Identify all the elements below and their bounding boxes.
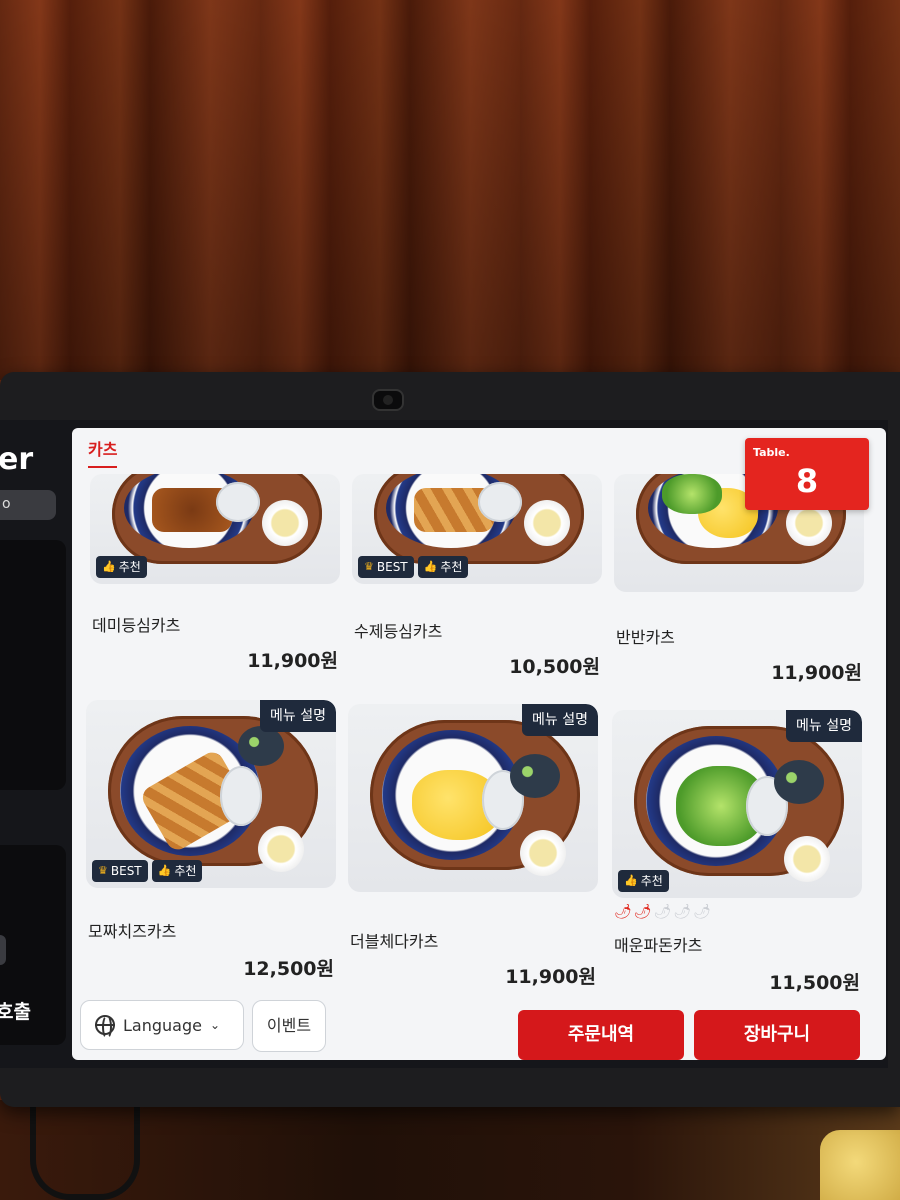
thumbs-up-icon: 👍 [157,864,172,877]
language-label: Language [123,1015,202,1035]
best-badge: ♛ BEST [358,556,414,578]
menu-photo[interactable]: 👍 추천 [90,474,340,584]
tablet-screen: er o 호출 카츠 👍 추천 데미등심카츠 11,900원 ♛ BEST 👍 … [0,420,888,1068]
crown-icon: ♛ [364,560,374,573]
menu-price: 11,900원 [247,650,338,672]
wooden-wall-background [0,0,900,380]
menu-name: 반반카츠 [616,628,675,647]
menu-description-button[interactable]: 메뉴 설명 [522,704,598,736]
menu-card-mozza[interactable]: 메뉴 설명 ♛ BEST 👍 추천 모짜치즈카츠 12,500원 [86,700,336,986]
menu-price: 11,900원 [505,966,596,988]
table-number: 8 [795,462,819,500]
menu-photo[interactable]: 메뉴 설명 ♛ BEST 👍 추천 [86,700,336,888]
table-number-badge: Table. 8 [745,438,869,510]
tablet-stand [30,1105,140,1200]
spice-level: 🌶 🌶 🌶 🌶 🌶 [614,904,711,920]
language-button[interactable]: Language ⌄ [80,1000,244,1050]
menu-photo[interactable]: ♛ BEST 👍 추천 [352,474,602,584]
menu-price: 11,900원 [771,662,862,684]
menu-card-double-cheddar[interactable]: 메뉴 설명 더블체다카츠 11,900원 [348,704,598,994]
sidebar-chip[interactable] [0,935,6,965]
recommend-badge: 👍 추천 [96,556,147,578]
table-label: Table. [753,446,790,459]
menu-card-demi[interactable]: 👍 추천 데미등심카츠 11,900원 [90,474,340,674]
drink-cup [820,1130,900,1200]
menu-description-button[interactable]: 메뉴 설명 [260,700,336,732]
sidebar-title: er [0,442,34,477]
event-button[interactable]: 이벤트 [252,1000,326,1052]
menu-name: 매운파돈카츠 [614,936,703,955]
pepper-icon: 🌶 [614,904,632,920]
recommend-badge: 👍 추천 [618,870,669,892]
pepper-icon: 🌶 [653,904,672,920]
sidebar-pill[interactable]: o [0,490,56,520]
menu-panel: 카츠 👍 추천 데미등심카츠 11,900원 ♛ BEST 👍 추천 수제등심카츠 1 [72,428,886,1060]
recommend-badge: 👍 추천 [151,860,203,882]
menu-price: 11,500원 [769,972,860,994]
menu-price: 10,500원 [509,656,600,678]
recommend-badge: 👍 추천 [417,556,469,578]
menu-name: 모짜치즈카츠 [88,922,177,941]
menu-description-button[interactable]: 메뉴 설명 [786,710,862,742]
staff-call-button[interactable]: 호출 [0,997,31,1024]
thumbs-up-icon: 👍 [624,874,638,887]
best-badge: ♛ BEST [92,860,148,882]
thumbs-up-icon: 👍 [102,560,116,573]
menu-photo[interactable]: 메뉴 설명 [348,704,598,892]
globe-icon [95,1015,115,1039]
menu-name: 데미등심카츠 [92,616,181,635]
thumbs-up-icon: 👍 [423,560,438,573]
menu-card-spicy-pa[interactable]: 메뉴 설명 👍 추천 🌶 🌶 🌶 🌶 🌶 매운파돈카츠 11,500원 [612,710,862,1000]
pepper-icon: 🌶 [693,904,711,920]
menu-name: 수제등심카츠 [354,622,443,641]
menu-name: 더블체다카츠 [350,932,439,951]
tab-katsu[interactable]: 카츠 [88,436,118,468]
sidebar-category-panel[interactable] [0,540,66,790]
cart-button[interactable]: 장바구니 [694,1010,860,1060]
menu-price: 12,500원 [243,958,334,980]
menu-card-handmade[interactable]: ♛ BEST 👍 추천 수제등심카츠 10,500원 [352,474,602,679]
pepper-icon: 🌶 [673,904,692,920]
pepper-icon: 🌶 [633,904,652,920]
sidebar: er o 호출 [0,420,66,1068]
camera-icon [372,389,404,411]
crown-icon: ♛ [98,864,108,877]
order-history-button[interactable]: 주문내역 [518,1010,684,1060]
menu-photo[interactable]: 메뉴 설명 👍 추천 [612,710,862,898]
chevron-down-icon: ⌄ [209,1018,221,1032]
